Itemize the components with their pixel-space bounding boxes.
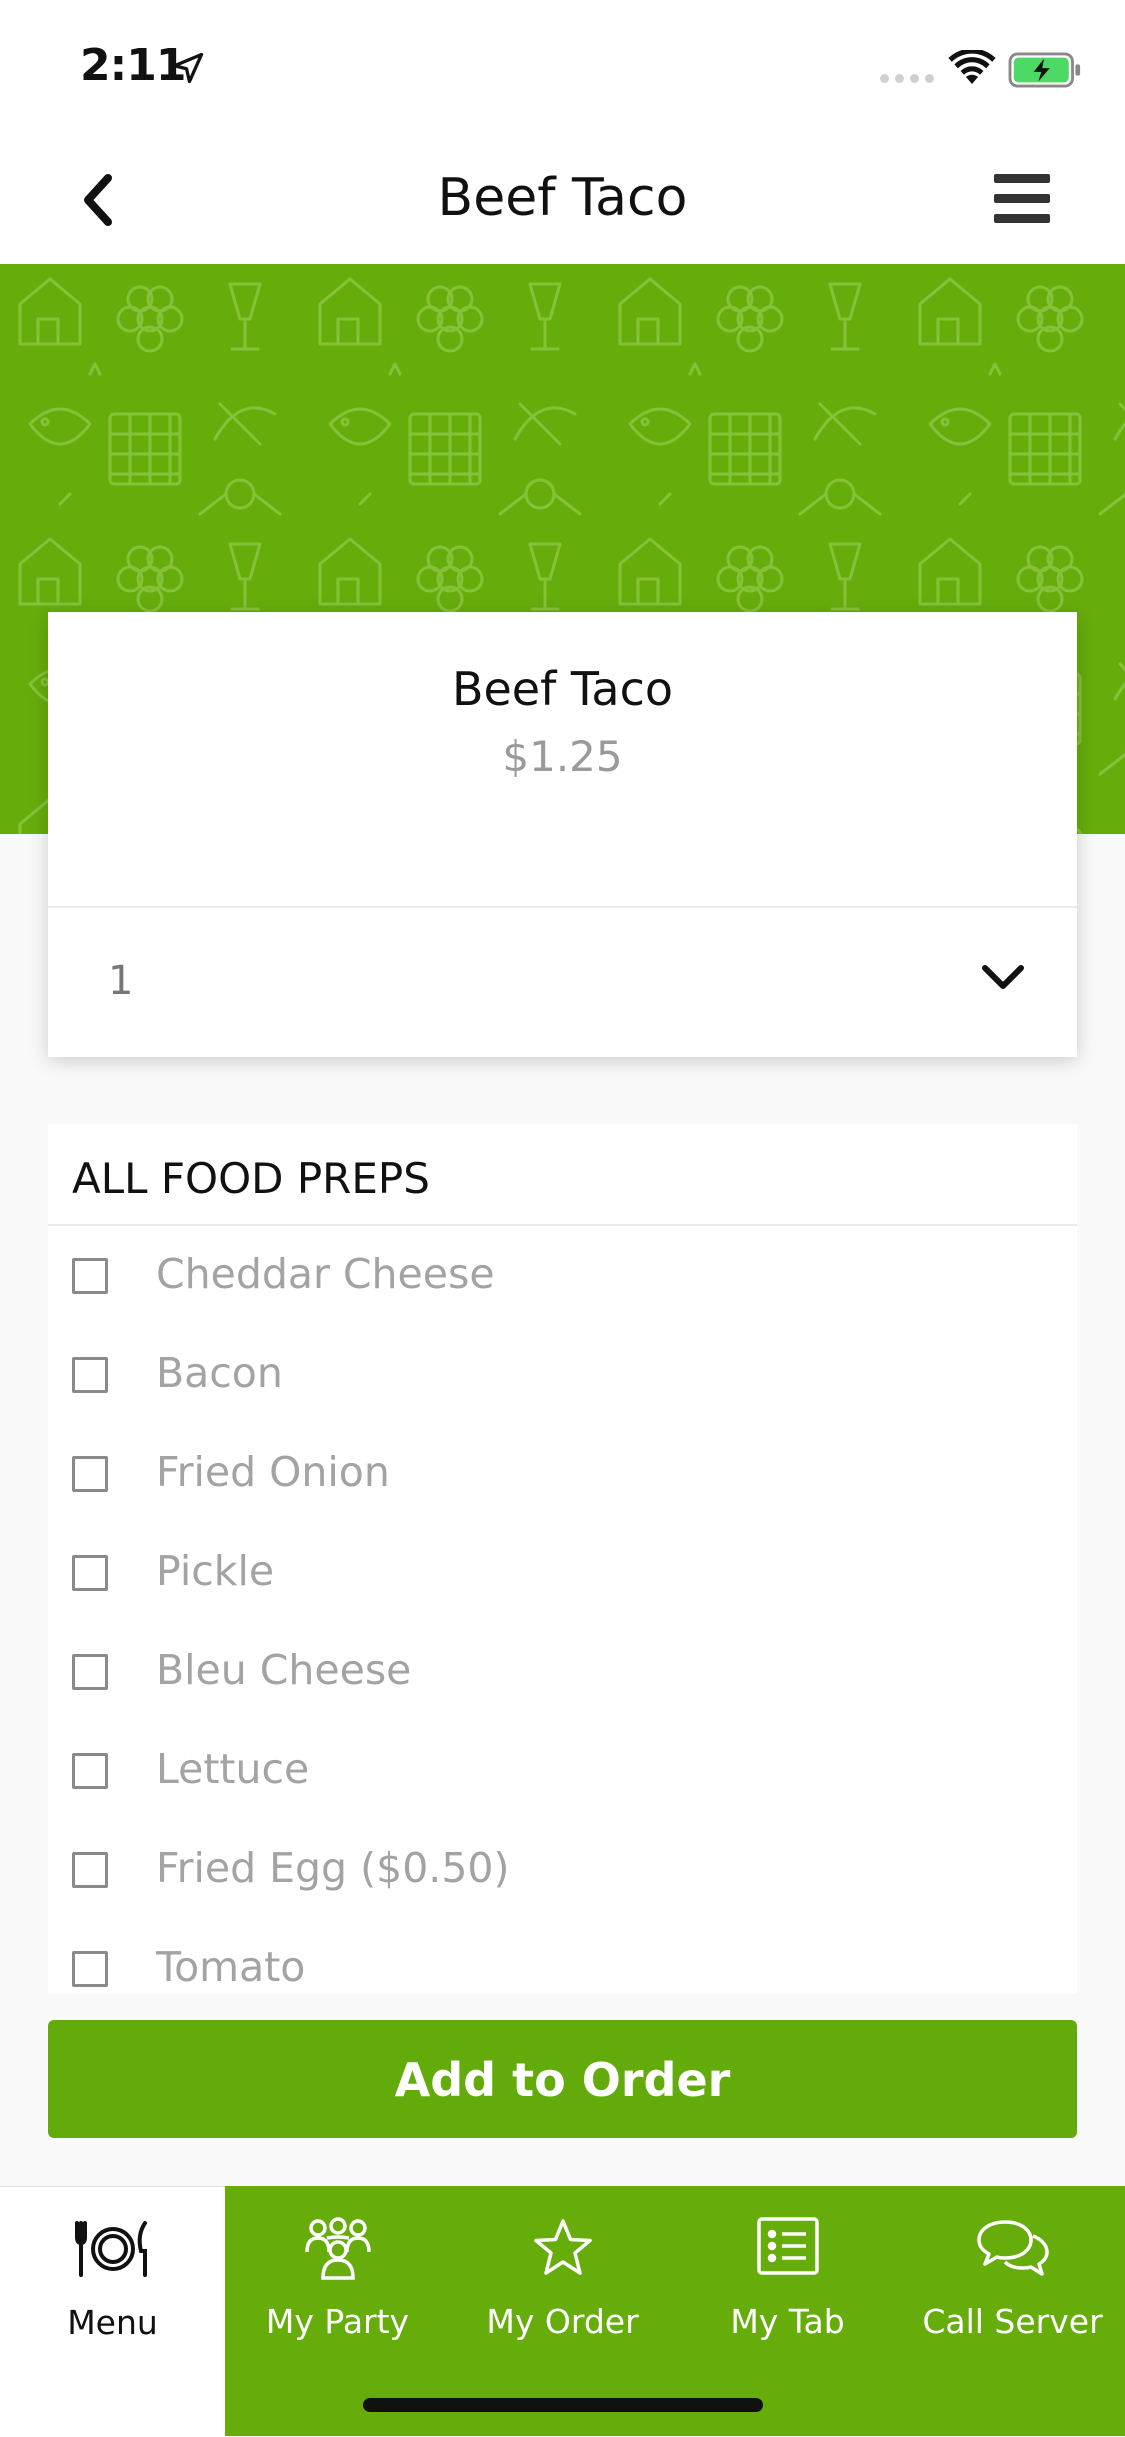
prep-label: Fried Onion <box>156 1448 390 1496</box>
prep-label: Pickle <box>156 1547 275 1595</box>
tab-menu[interactable]: Menu <box>0 2186 225 2437</box>
prep-item-fried-onion[interactable]: Fried Onion <box>48 1424 1077 1523</box>
prep-label: Tomato <box>156 1943 306 1991</box>
add-to-order-button[interactable]: Add to Order <box>48 2020 1077 2138</box>
prep-label: Bacon <box>156 1349 283 1397</box>
prep-label: Lettuce <box>156 1745 310 1793</box>
prep-item-fried-egg[interactable]: Fried Egg ($0.50) <box>48 1820 1077 1919</box>
checkbox[interactable] <box>72 1258 108 1294</box>
prep-item-pickle[interactable]: Pickle <box>48 1523 1077 1622</box>
preps-header: ALL FOOD PREPS <box>48 1124 1077 1226</box>
status-bar: 2:11 <box>0 0 1125 132</box>
chat-bubbles-icon <box>976 2220 1049 2276</box>
prep-item-lettuce[interactable]: Lettuce <box>48 1721 1077 1820</box>
prep-label: Bleu Cheese <box>156 1646 412 1694</box>
battery-charging-icon <box>1008 52 1081 88</box>
checkbox[interactable] <box>72 1555 108 1591</box>
tab-my-order[interactable]: My Order <box>450 2186 675 2358</box>
tab-label: Call Server <box>922 2302 1103 2341</box>
star-icon <box>533 2219 592 2275</box>
list-icon <box>756 2217 819 2275</box>
navigation-bar: Beef Taco <box>0 132 1125 264</box>
tab-my-tab[interactable]: My Tab <box>675 2186 900 2358</box>
checkbox[interactable] <box>72 1753 108 1789</box>
tab-label: My Order <box>486 2302 639 2341</box>
location-arrow-icon <box>172 52 204 84</box>
group-icon <box>304 2217 371 2280</box>
item-name: Beef Taco <box>451 662 674 716</box>
food-preps-panel: ALL FOOD PREPS Cheddar Cheese Bacon Frie… <box>48 1124 1077 1994</box>
prep-label: Cheddar Cheese <box>156 1250 495 1298</box>
cellular-signal-icon <box>880 74 934 83</box>
quantity-value: 1 <box>108 958 134 1004</box>
page-title: Beef Taco <box>437 168 688 228</box>
prep-item-tomato[interactable]: Tomato <box>48 1919 1077 1994</box>
prep-item-bleu-cheese[interactable]: Bleu Cheese <box>48 1622 1077 1721</box>
chevron-down-icon <box>982 965 1024 989</box>
prep-label: Fried Egg ($0.50) <box>156 1844 510 1892</box>
plate-cutlery-icon <box>74 2221 147 2277</box>
tab-call-server[interactable]: Call Server <box>900 2186 1125 2358</box>
tab-label: My Party <box>265 2302 410 2341</box>
checkbox[interactable] <box>72 1357 108 1393</box>
home-indicator[interactable] <box>363 2398 763 2412</box>
checkbox[interactable] <box>72 1654 108 1690</box>
prep-item-bacon[interactable]: Bacon <box>48 1325 1077 1424</box>
tab-my-party[interactable]: My Party <box>225 2186 450 2358</box>
prep-item-cheddar-cheese[interactable]: Cheddar Cheese <box>48 1226 1077 1325</box>
tab-label: Menu <box>67 2303 158 2342</box>
item-card: Beef Taco $1.25 1 <box>48 612 1077 1057</box>
tab-label: My Tab <box>730 2302 845 2341</box>
preps-title: ALL FOOD PREPS <box>72 1154 430 1203</box>
wifi-icon <box>948 50 996 84</box>
checkbox[interactable] <box>72 1852 108 1888</box>
checkbox[interactable] <box>72 1951 108 1987</box>
quantity-select[interactable]: 1 <box>48 908 1077 1057</box>
checkbox[interactable] <box>72 1456 108 1492</box>
item-price: $1.25 <box>502 732 623 781</box>
hamburger-menu-icon[interactable] <box>994 174 1050 224</box>
